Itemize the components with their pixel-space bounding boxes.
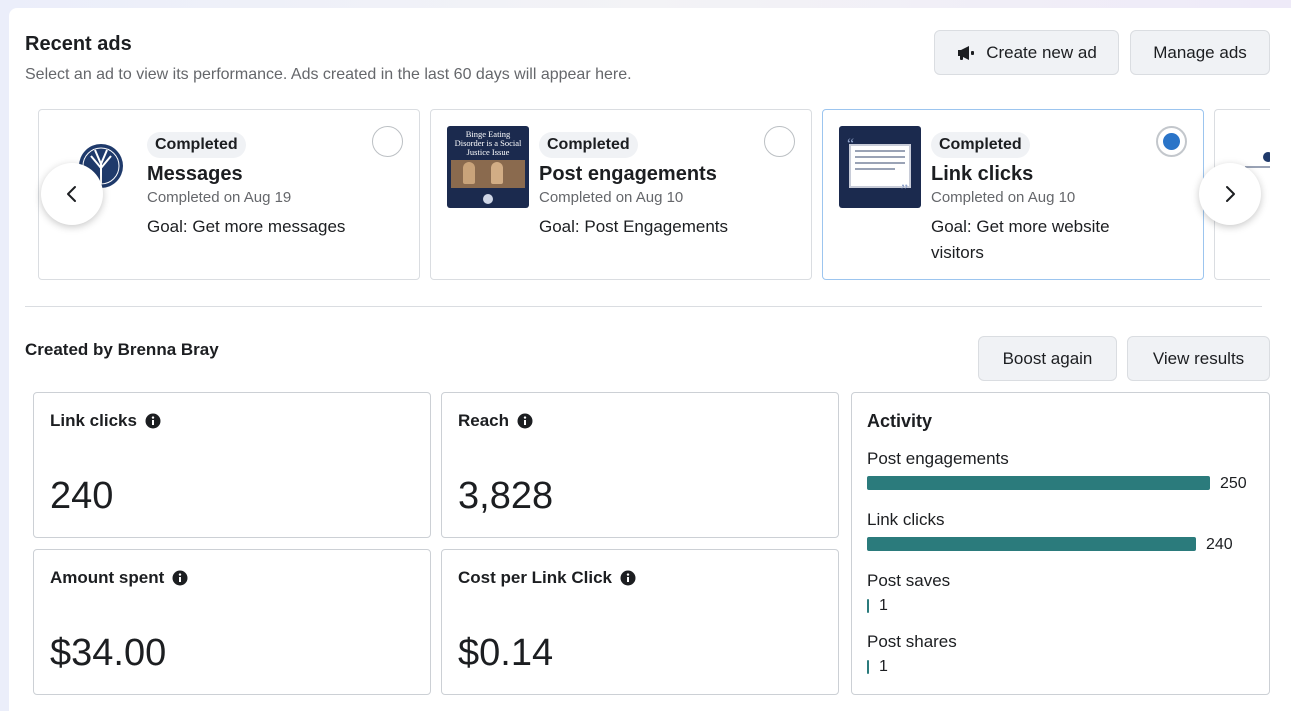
info-icon[interactable] (145, 413, 161, 429)
create-new-ad-button[interactable]: Create new ad (934, 30, 1119, 75)
thumbnail-caption: Binge Eating Disorder is a Social Justic… (454, 129, 522, 157)
metric-value: $34.00 (50, 632, 167, 674)
view-results-label: View results (1152, 348, 1245, 368)
section-divider (25, 306, 1262, 307)
activity-bar (867, 476, 1210, 490)
page-subtitle: Select an ad to view its performance. Ad… (25, 66, 632, 83)
status-badge: Completed (147, 132, 246, 158)
ad-goal: Goal: Post Engagements (539, 217, 729, 236)
activity-value: 1 (879, 658, 888, 675)
activity-bar (867, 599, 869, 613)
activity-label: Link clicks (867, 510, 945, 529)
ad-select-radio[interactable] (764, 126, 795, 157)
ad-goal: Goal: Get more website visitors (931, 217, 1110, 262)
activity-title: Activity (867, 411, 933, 431)
metric-value: 240 (50, 475, 114, 517)
metric-label: Link clicks (50, 411, 137, 430)
metric-label-container: Reach (458, 411, 533, 431)
ad-title: Link clicks (931, 163, 1034, 185)
ad-date: Completed on Aug 10 (539, 189, 684, 206)
boost-again-button[interactable]: Boost again (978, 336, 1117, 381)
info-icon[interactable] (517, 413, 533, 429)
metric-label: Reach (458, 411, 510, 430)
chevron-right-icon (1226, 186, 1235, 202)
activity-label: Post engagements (867, 449, 1009, 468)
page-title: Recent ads (25, 33, 132, 55)
ad-select-radio[interactable] (372, 126, 403, 157)
metric-value: $0.14 (458, 632, 554, 674)
info-icon[interactable] (620, 570, 636, 586)
ad-card-link-clicks[interactable]: “ ” Completed Link clicks Completed on A… (822, 109, 1204, 280)
metric-amount-spent: Amount spent $34.00 (33, 549, 431, 695)
activity-value: 1 (879, 597, 888, 614)
activity-value: 240 (1206, 536, 1233, 553)
activity-label: Post saves (867, 571, 951, 590)
create-new-ad-label: Create new ad (986, 42, 1097, 62)
metric-label: Cost per Link Click (458, 568, 612, 587)
info-icon[interactable] (172, 570, 188, 586)
link-clicks-thumbnail: “ ” (839, 126, 921, 208)
activity-value: 250 (1220, 475, 1247, 492)
boost-again-label: Boost again (1002, 348, 1093, 368)
ad-date: Completed on Aug 10 (931, 189, 1076, 206)
chevron-left-icon (67, 186, 76, 202)
ad-title: Post engagements (539, 163, 717, 185)
metric-cost-per-link-click: Cost per Link Click $0.14 (441, 549, 839, 695)
carousel-prev-button[interactable] (41, 163, 103, 225)
metric-label: Amount spent (50, 568, 165, 587)
metric-label-container: Cost per Link Click (458, 568, 636, 588)
metric-link-clicks: Link clicks 240 (33, 392, 431, 538)
status-badge: Completed (931, 132, 1030, 158)
ad-title: Messages (147, 163, 243, 185)
ad-date: Completed on Aug 19 (147, 189, 292, 206)
activity-label: Post shares (867, 632, 957, 651)
activity-bar (867, 660, 869, 674)
metric-label-container: Link clicks (50, 411, 161, 431)
metric-value: 3,828 (458, 475, 554, 517)
manage-ads-button[interactable]: Manage ads (1130, 30, 1270, 75)
status-badge: Completed (539, 132, 638, 158)
activity-card: Activity Post engagements 250 Link click… (851, 392, 1270, 695)
megaphone-icon (958, 45, 975, 60)
metric-label-container: Amount spent (50, 568, 188, 588)
metric-reach: Reach 3,828 (441, 392, 839, 538)
ad-select-radio-selected[interactable] (1156, 126, 1187, 157)
ad-card-post-engagements[interactable]: Binge Eating Disorder is a Social Justic… (430, 109, 812, 280)
post-engagements-thumbnail: Binge Eating Disorder is a Social Justic… (447, 126, 529, 208)
carousel-next-button[interactable] (1199, 163, 1261, 225)
creator-label: Created by Brenna Bray (25, 340, 219, 359)
view-results-button[interactable]: View results (1127, 336, 1270, 381)
manage-ads-label: Manage ads (1153, 42, 1247, 62)
activity-bar (867, 537, 1196, 551)
ad-goal: Goal: Get more messages (147, 217, 346, 236)
